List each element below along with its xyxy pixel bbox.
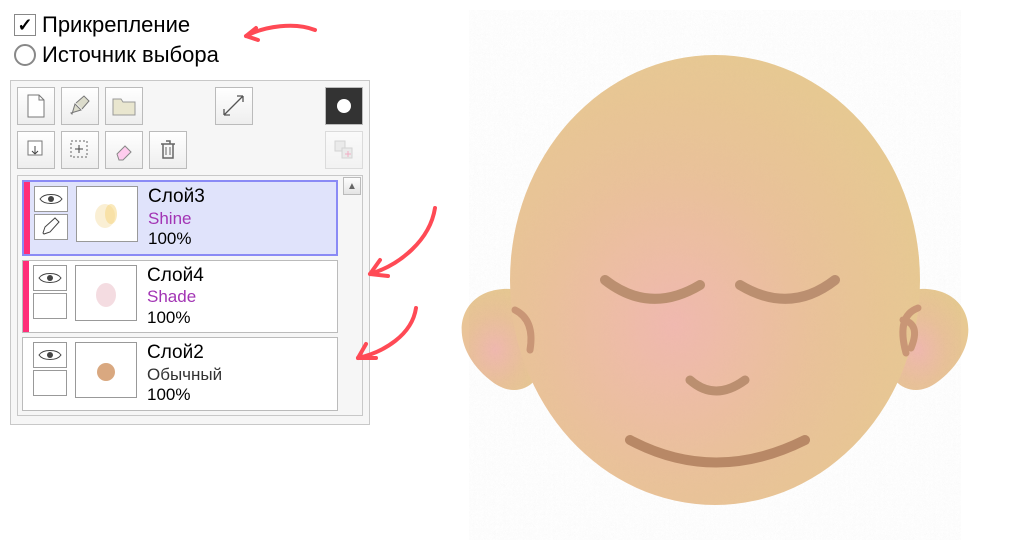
merge-down-icon — [24, 138, 48, 162]
clipping-option-row[interactable]: ✓ Прикрепление — [10, 10, 370, 40]
layer-blend-mode: Обычный — [147, 365, 222, 385]
add-mask-button[interactable] — [325, 131, 363, 169]
new-layer-button[interactable] — [17, 87, 55, 125]
pen-icon — [68, 94, 92, 118]
layer-thumbnail[interactable] — [75, 265, 137, 321]
layer-name: Слой4 — [147, 265, 204, 288]
scroll-up-button[interactable]: ▲ — [343, 177, 361, 195]
tool-row-1 — [17, 87, 363, 125]
new-selection-button[interactable] — [61, 131, 99, 169]
empty-indicator[interactable] — [33, 370, 67, 396]
layer-blend-mode: Shine — [148, 209, 205, 229]
new-layer-icon — [25, 93, 47, 119]
visibility-toggle[interactable] — [34, 186, 68, 212]
thumbnail-content — [86, 273, 126, 313]
visibility-toggle[interactable] — [33, 265, 67, 291]
new-layerset-button[interactable] — [105, 87, 143, 125]
clipping-label: Прикрепление — [42, 12, 190, 38]
visibility-toggle[interactable] — [33, 342, 67, 368]
layers-list: ▲ Слой3 Shine 100% — [17, 175, 363, 416]
layer-opacity: 100% — [148, 229, 205, 249]
layer-panel: ✓ Прикрепление Источник выбора — [10, 10, 370, 425]
folder-icon — [111, 95, 137, 117]
eye-icon — [38, 191, 64, 207]
layer-name: Слой2 — [147, 342, 222, 365]
layer-item[interactable]: Слой3 Shine 100% — [22, 180, 338, 256]
eye-icon — [37, 270, 63, 286]
layer-thumbnail[interactable] — [75, 342, 137, 398]
mask-button[interactable] — [325, 87, 363, 125]
new-linework-button[interactable] — [61, 87, 99, 125]
eye-icon — [37, 347, 63, 363]
artwork-head — [420, 10, 1010, 540]
trash-icon — [157, 138, 179, 162]
layer-item[interactable]: Слой2 Обычный 100% — [22, 337, 338, 411]
eraser-icon — [112, 138, 136, 162]
selection-source-radio[interactable] — [14, 44, 36, 66]
transform-button[interactable] — [215, 87, 253, 125]
selection-source-label: Источник выбора — [42, 42, 219, 68]
layer-item[interactable]: Слой4 Shade 100% — [22, 260, 338, 334]
tool-row-2 — [17, 131, 363, 169]
selection-source-option-row[interactable]: Источник выбора — [10, 40, 370, 70]
layer-toolbox: ▲ Слой3 Shine 100% — [10, 80, 370, 425]
thumbnail-content — [86, 350, 126, 390]
editing-indicator[interactable] — [34, 214, 68, 240]
clear-layer-button[interactable] — [105, 131, 143, 169]
merge-down-button[interactable] — [17, 131, 55, 169]
layer-name: Слой3 — [148, 186, 205, 209]
transform-icon — [221, 93, 247, 119]
selection-add-icon — [68, 138, 92, 162]
thumbnail-content — [87, 194, 127, 234]
add-mask-icon — [332, 138, 356, 162]
clipping-checkbox[interactable]: ✓ — [14, 14, 36, 36]
layer-thumbnail[interactable] — [76, 186, 138, 242]
layer-opacity: 100% — [147, 385, 222, 405]
pencil-icon — [40, 217, 62, 237]
empty-indicator[interactable] — [33, 293, 67, 319]
delete-layer-button[interactable] — [149, 131, 187, 169]
canvas-area — [420, 10, 1010, 540]
mask-icon — [333, 95, 355, 117]
layer-opacity: 100% — [147, 308, 204, 328]
layer-blend-mode: Shade — [147, 287, 204, 307]
